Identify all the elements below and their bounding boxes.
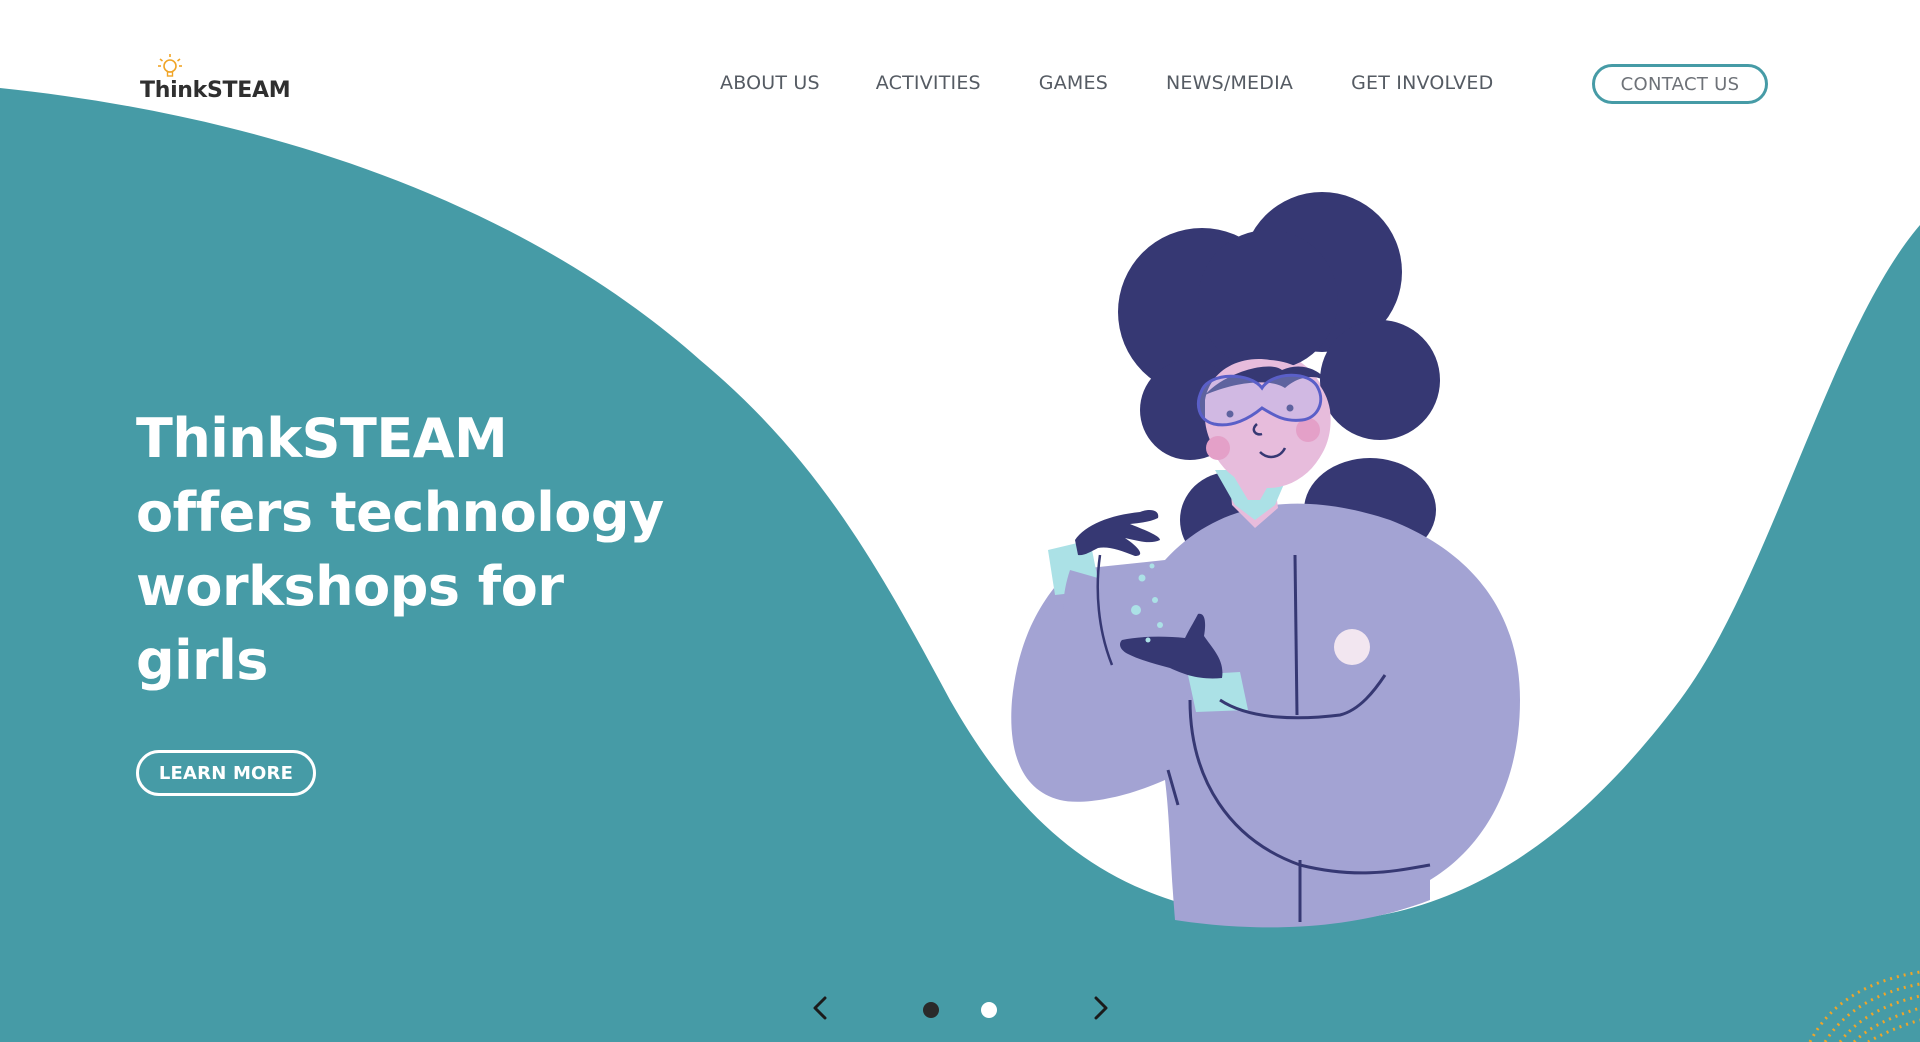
main-nav: ABOUT US ACTIVITIES GAMES NEWS/MEDIA GET…: [720, 72, 1493, 94]
carousel-dot-1[interactable]: [923, 1002, 939, 1018]
logo[interactable]: ThinkSTEAM: [140, 52, 291, 103]
logo-text: ThinkSTEAM: [140, 78, 291, 103]
lightbulb-icon: [158, 54, 182, 77]
contact-us-button[interactable]: CONTACT US: [1592, 64, 1768, 104]
hero-title-line: workshops for: [136, 555, 564, 618]
hero-text: ThinkSTEAM offers technology workshops f…: [136, 402, 696, 698]
chevron-right-icon[interactable]: [1082, 990, 1118, 1026]
nav-item-games[interactable]: GAMES: [1039, 72, 1108, 94]
nav-item-about-us[interactable]: ABOUT US: [720, 72, 820, 94]
learn-more-button[interactable]: LEARN MORE: [136, 750, 316, 796]
nav-item-get-involved[interactable]: GET INVOLVED: [1351, 72, 1493, 94]
hero-title-line: girls: [136, 629, 268, 692]
carousel-controls: [0, 990, 1920, 1030]
nav-item-news-media[interactable]: NEWS/MEDIA: [1166, 72, 1293, 94]
chevron-left-icon[interactable]: [803, 990, 839, 1026]
hero-title-line: offers technology: [136, 481, 664, 544]
hero-title-line: ThinkSTEAM: [136, 407, 508, 470]
nav-item-activities[interactable]: ACTIVITIES: [876, 72, 981, 94]
hero-title: ThinkSTEAM offers technology workshops f…: [136, 402, 696, 698]
carousel-dot-2[interactable]: [981, 1002, 997, 1018]
site-header: ThinkSTEAM ABOUT US ACTIVITIES GAMES NEW…: [0, 0, 1920, 140]
